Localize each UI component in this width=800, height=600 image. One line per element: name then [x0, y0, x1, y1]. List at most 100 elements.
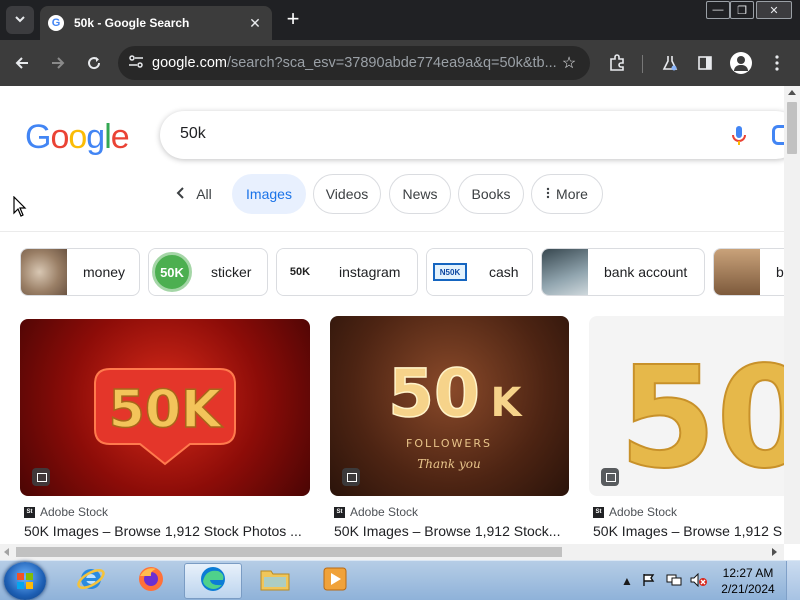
internet-explorer-icon: [76, 564, 106, 599]
back-arrow-icon[interactable]: [9, 50, 35, 76]
google-favicon-icon: G: [48, 15, 64, 31]
menu-kebab-icon[interactable]: [764, 50, 790, 76]
filter-tab-images[interactable]: Images: [232, 174, 306, 214]
volume-muted-icon[interactable]: [690, 572, 708, 590]
related-chip-money[interactable]: money: [20, 248, 140, 296]
media-player-icon: [320, 564, 350, 599]
related-label: money: [83, 264, 126, 280]
image-result-2[interactable]: 50 K FOLLOWERS Thank you St Adobe Stock 5…: [330, 316, 569, 539]
result-source-label: Adobe Stock: [609, 505, 678, 519]
related-chip-sticker[interactable]: 50K sticker: [148, 248, 268, 296]
side-panel-icon[interactable]: [692, 50, 718, 76]
site-info-icon[interactable]: [128, 54, 152, 72]
result-source[interactable]: St Adobe Stock: [593, 505, 677, 519]
search-input[interactable]: 50k: [180, 125, 206, 143]
search-filters: All Images Videos News Books More: [0, 174, 784, 216]
related-thumb: N50K: [427, 249, 473, 295]
labs-flask-icon[interactable]: [657, 50, 683, 76]
tab-strip: G 50k - Google Search ✕ + — ❐ ✕: [0, 0, 800, 40]
cash-thumb-text: N50K: [433, 263, 467, 281]
url-text: google.com/search?sca_esv=37890abde774ea…: [152, 55, 558, 71]
windows-taskbar: ▲ 12:27 AM 2/21/2024: [0, 560, 800, 600]
toolbar-separator: [642, 55, 643, 73]
image-badge-icon: [601, 468, 619, 486]
new-tab-button[interactable]: +: [282, 8, 304, 30]
horizontal-scroll-thumb[interactable]: [16, 547, 562, 557]
vertical-scroll-thumb[interactable]: [787, 102, 797, 154]
search-box[interactable]: 50k: [160, 111, 784, 159]
result-image[interactable]: 50: [589, 316, 784, 496]
filter-tab-videos[interactable]: Videos: [313, 174, 381, 214]
result-3-art-text: 50: [619, 337, 784, 496]
related-chip-cash[interactable]: N50K cash: [426, 248, 533, 296]
header-divider: [0, 231, 784, 232]
filter-tab-books[interactable]: Books: [458, 174, 524, 214]
horizontal-scrollbar[interactable]: [0, 544, 784, 560]
minimize-button[interactable]: —: [706, 1, 730, 19]
result-source[interactable]: St Adobe Stock: [24, 505, 108, 519]
start-button[interactable]: [4, 562, 46, 600]
url-path: /search?sca_esv=37890abde774ea9a&q=50k&t…: [226, 55, 557, 71]
taskbar-file-explorer[interactable]: [248, 563, 302, 599]
related-label: bank account: [604, 264, 688, 280]
result-source-label: Adobe Stock: [40, 505, 109, 519]
mouse-cursor-icon: [13, 195, 27, 223]
image-result-1[interactable]: 50K St Adobe Stock 50K Images – Browse 1,…: [20, 319, 310, 539]
adobe-stock-icon: St: [334, 506, 345, 518]
scroll-left-icon[interactable]: [4, 548, 9, 556]
taskbar-internet-explorer[interactable]: [64, 563, 118, 599]
profile-avatar-icon[interactable]: [730, 52, 752, 74]
more-dots-icon: [546, 186, 550, 202]
related-chip-instagram[interactable]: 50K instagram: [276, 248, 418, 296]
tray-clock[interactable]: 12:27 AM 2/21/2024: [716, 565, 780, 597]
close-window-button[interactable]: ✕: [756, 1, 792, 19]
chevron-left-icon: [176, 186, 184, 202]
result-1-art-text: 50K: [109, 380, 223, 440]
vertical-scrollbar[interactable]: [784, 86, 800, 544]
extensions-icon[interactable]: [604, 50, 630, 76]
restore-button[interactable]: ❐: [730, 1, 754, 19]
reload-icon[interactable]: [81, 50, 107, 76]
bookmark-star-icon[interactable]: ☆: [558, 53, 580, 73]
related-chip-bank-account[interactable]: bank account: [541, 248, 705, 296]
adobe-stock-icon: St: [593, 506, 604, 518]
result-image[interactable]: 50K: [20, 319, 310, 496]
address-bar[interactable]: google.com/search?sca_esv=37890abde774ea…: [118, 46, 590, 80]
google-logo[interactable]: Google: [25, 118, 130, 157]
tab-title: 50k - Google Search: [74, 16, 190, 30]
browser-toolbar: google.com/search?sca_esv=37890abde774ea…: [0, 40, 800, 86]
result-source[interactable]: St Adobe Stock: [334, 505, 418, 519]
tab-search-button[interactable]: [6, 6, 34, 34]
taskbar-edge[interactable]: [184, 563, 242, 599]
result-caption[interactable]: 50K Images – Browse 1,912 S: [593, 523, 784, 539]
result-caption[interactable]: 50K Images – Browse 1,912 Stock Photos .…: [24, 523, 312, 539]
image-result-3[interactable]: 50 St Adobe Stock 50K Images – Browse 1,9…: [589, 316, 784, 539]
forward-arrow-icon[interactable]: [45, 50, 71, 76]
show-desktop-button[interactable]: [786, 561, 800, 600]
taskbar-media-player[interactable]: [308, 563, 362, 599]
image-badge-icon: [342, 468, 360, 486]
related-label: instagram: [339, 264, 401, 280]
clock-time: 12:27 AM: [722, 566, 774, 580]
filter-tab-news[interactable]: News: [389, 174, 451, 214]
action-center-flag-icon[interactable]: [642, 573, 656, 590]
microphone-icon[interactable]: [730, 125, 748, 147]
scroll-up-icon[interactable]: [788, 90, 796, 95]
related-chip-partial[interactable]: ba: [713, 248, 784, 296]
google-lens-icon[interactable]: [772, 125, 784, 145]
network-icon[interactable]: [666, 573, 682, 590]
scroll-right-icon[interactable]: [772, 548, 777, 556]
tray-expand-icon[interactable]: ▲: [621, 574, 633, 588]
taskbar-firefox[interactable]: [124, 563, 178, 599]
filter-more-label: More: [556, 186, 588, 202]
tab-close-icon[interactable]: ✕: [246, 15, 264, 32]
browser-tab[interactable]: G 50k - Google Search ✕: [40, 6, 272, 40]
sticker-thumb-text: 50K: [152, 252, 192, 292]
windows-logo-icon: [17, 573, 33, 589]
filter-all-label: All: [196, 186, 212, 202]
related-thumb: [542, 249, 588, 295]
result-caption[interactable]: 50K Images – Browse 1,912 Stock...: [334, 523, 570, 539]
filter-all[interactable]: All: [168, 174, 220, 214]
result-image[interactable]: 50 K FOLLOWERS Thank you: [330, 316, 569, 496]
filter-tab-more[interactable]: More: [531, 174, 603, 214]
